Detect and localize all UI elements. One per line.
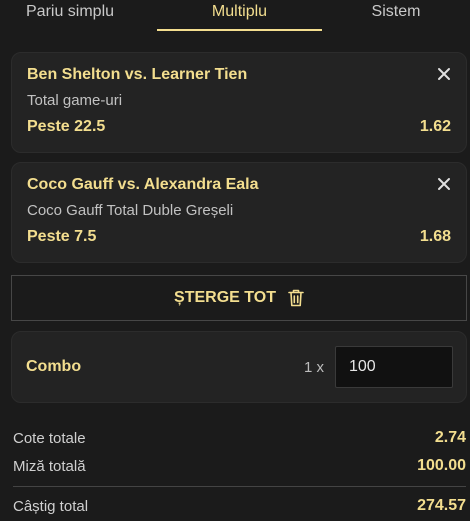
clear-all-label: ȘTERGE TOT <box>174 289 276 306</box>
tab-multiple[interactable]: Multiplu <box>157 0 322 32</box>
selection-name: Peste 22.5 <box>27 118 106 135</box>
total-win-value: 274.57 <box>417 497 466 514</box>
bet-selection-card: Ben Shelton vs. Learner Tien Total game-… <box>11 52 467 153</box>
bet-type-tabs: Pariu simplu Multiplu Sistem <box>0 0 470 32</box>
total-win-label: Câștig total <box>13 497 89 515</box>
selection-odds: 1.68 <box>419 228 451 245</box>
tab-simple-bet[interactable]: Pariu simplu <box>0 0 157 32</box>
close-icon[interactable] <box>436 176 452 192</box>
match-name: Ben Shelton vs. Learner Tien <box>27 66 248 83</box>
total-odds-value: 2.74 <box>434 429 466 446</box>
selection-name: Peste 7.5 <box>27 228 97 245</box>
trash-icon <box>288 289 304 307</box>
clear-all-button[interactable]: ȘTERGE TOT <box>11 275 467 321</box>
close-icon[interactable] <box>436 66 452 82</box>
summary-divider <box>13 486 466 487</box>
stake-input[interactable] <box>335 346 453 388</box>
total-stake-label: Miză totală <box>13 457 86 475</box>
total-odds-label: Cote totale <box>13 429 86 447</box>
total-stake-row: Miză totală 100.00 <box>13 454 466 478</box>
market-name: Coco Gauff Total Duble Greșeli <box>27 202 234 219</box>
bet-selection-card: Coco Gauff vs. Alexandra Eala Coco Gauff… <box>11 162 467 263</box>
total-odds-row: Cote totale 2.74 <box>13 426 466 450</box>
total-stake-value: 100.00 <box>417 457 466 474</box>
total-win-row: Câștig total 274.57 <box>13 494 466 518</box>
selection-odds: 1.62 <box>419 118 451 135</box>
combo-multiplier: 1 x <box>304 359 325 376</box>
combo-panel: Combo 1 x <box>11 331 467 403</box>
market-name: Total game-uri <box>27 92 123 109</box>
combo-title: Combo <box>26 358 82 375</box>
tab-system[interactable]: Sistem <box>322 0 470 32</box>
match-name: Coco Gauff vs. Alexandra Eala <box>27 176 259 193</box>
